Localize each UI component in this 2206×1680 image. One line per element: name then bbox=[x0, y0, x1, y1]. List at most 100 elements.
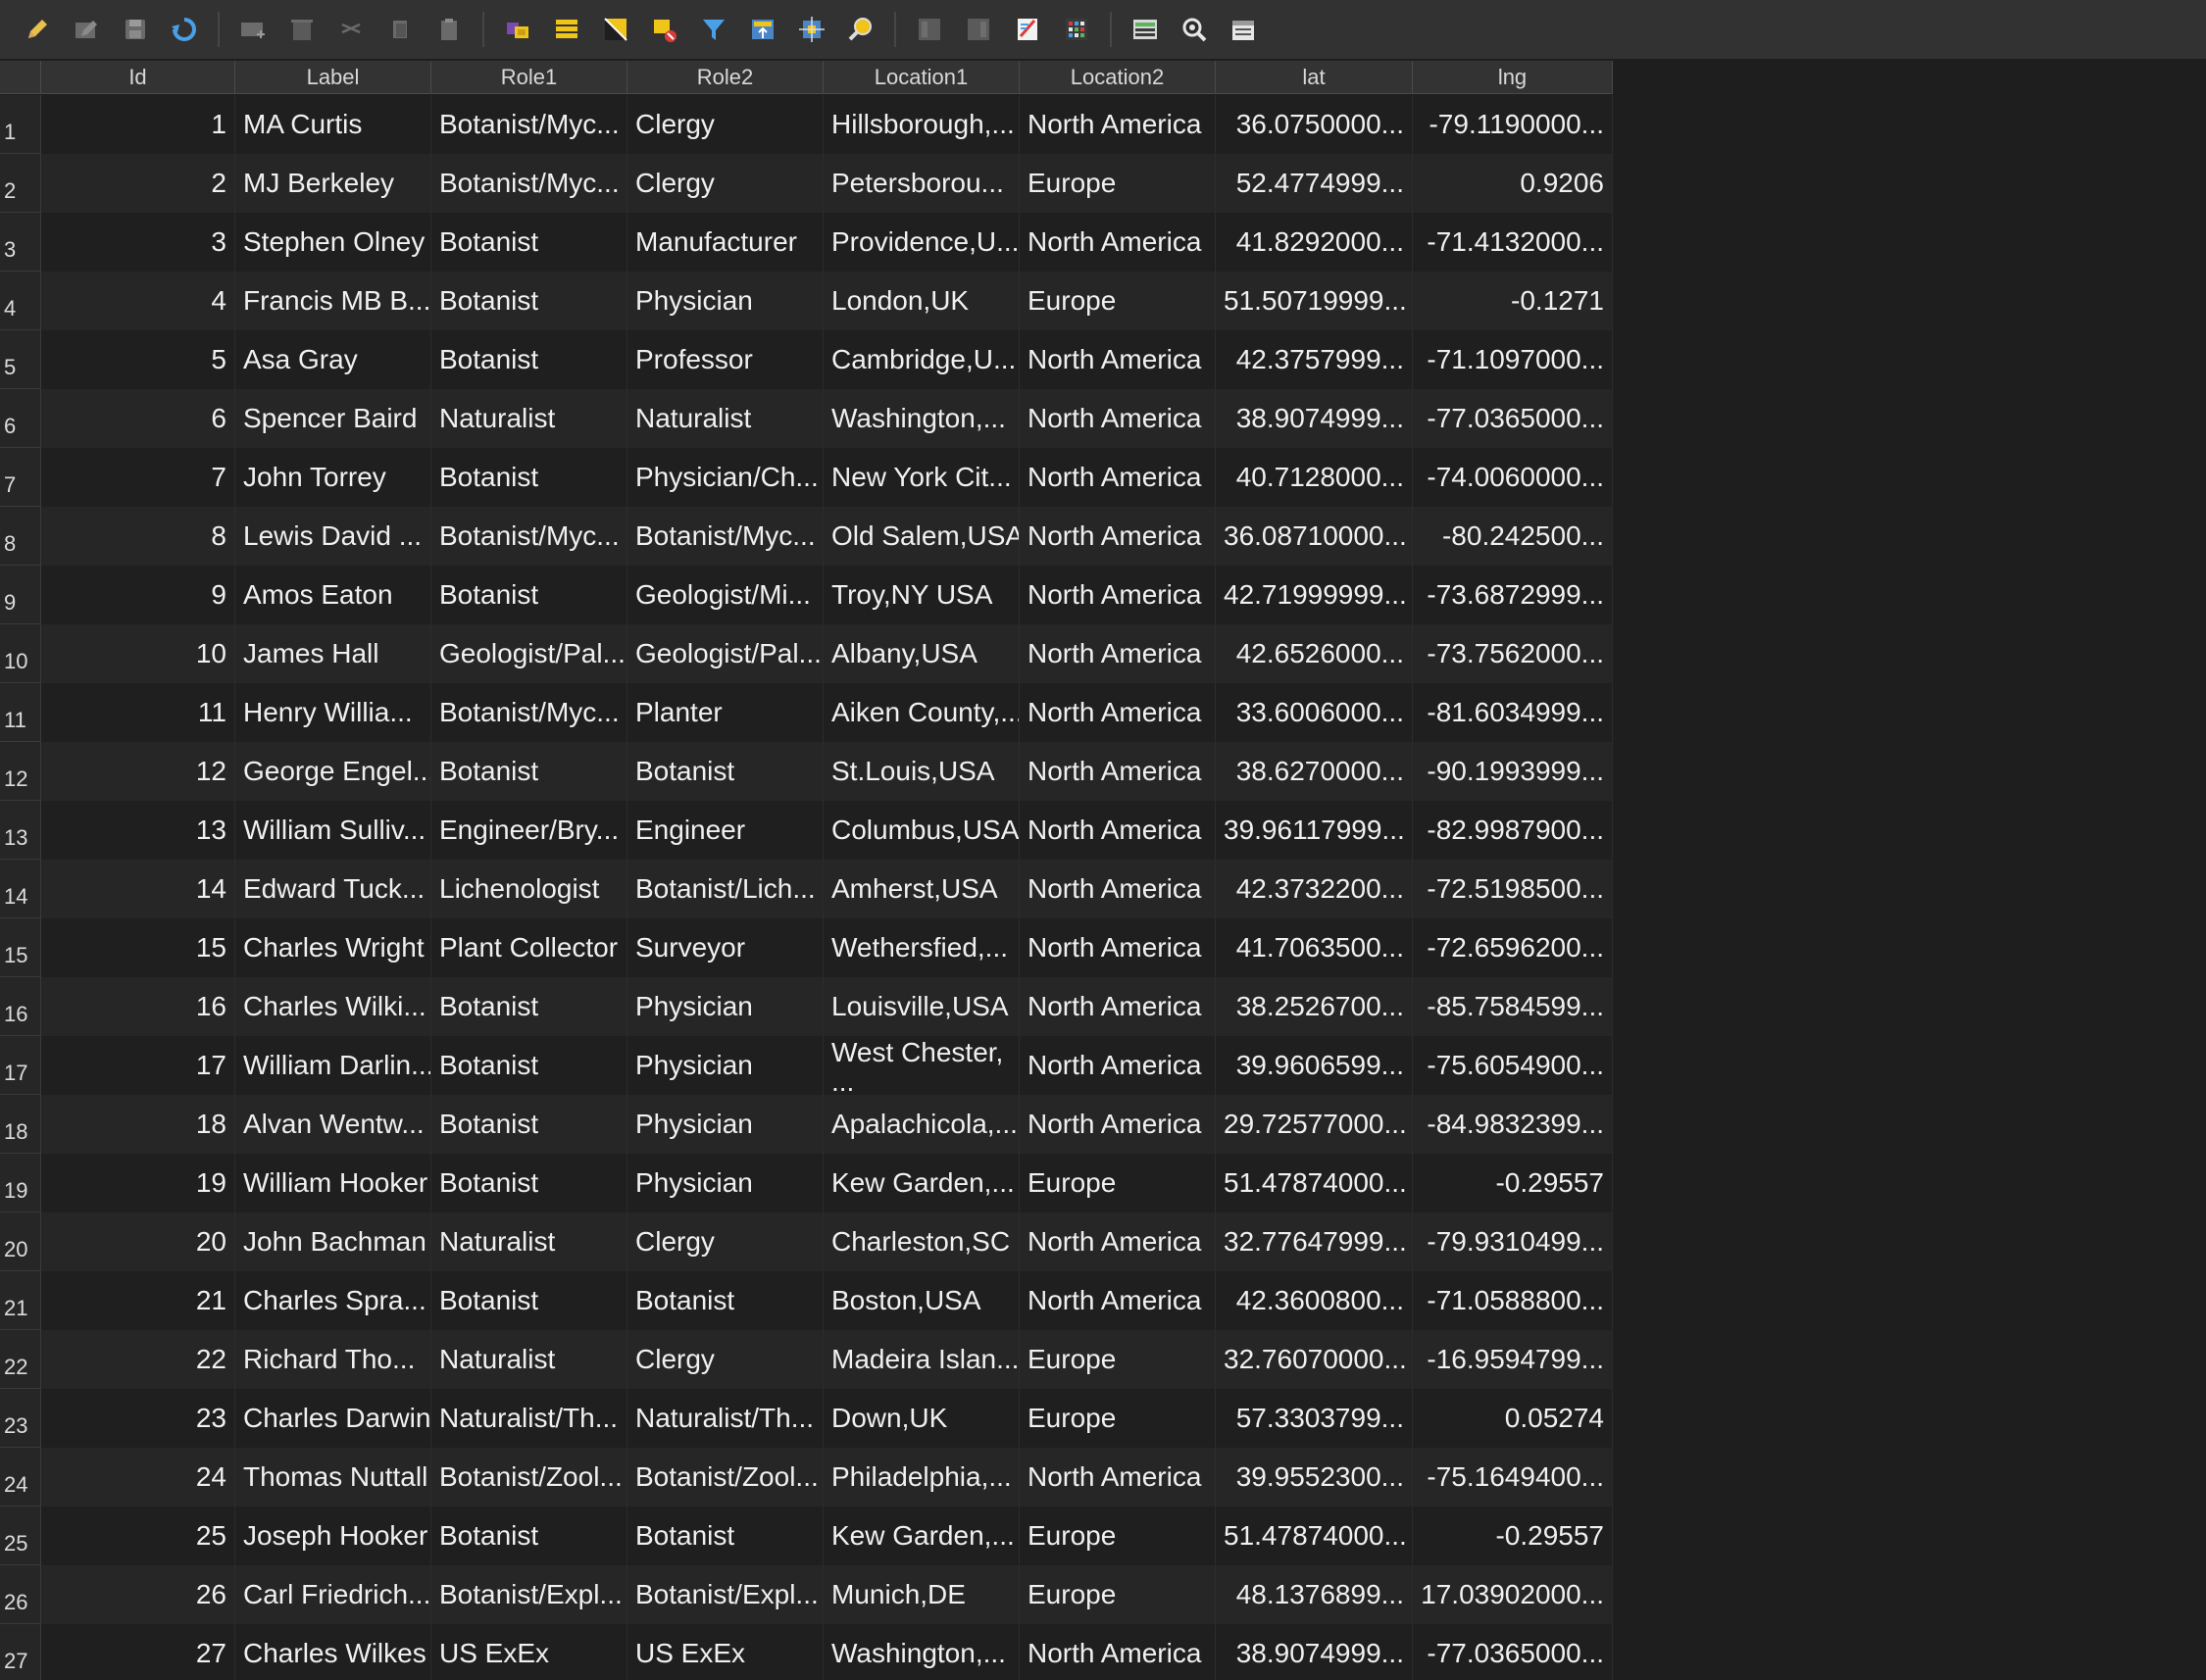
table-row[interactable]: 1 1 MA Curtis Botanist/Myc... Clergy Hillsbor… bbox=[0, 95, 1613, 154]
cell-location2[interactable]: Europe bbox=[1020, 1565, 1216, 1624]
row-number[interactable]: 14 bbox=[0, 860, 41, 918]
cell-role1[interactable]: Lichenologist bbox=[431, 860, 627, 918]
cell-lng[interactable]: -71.4132000... bbox=[1413, 213, 1613, 272]
table-row[interactable]: 27 27 Charles Wilkes US ExEx US ExEx Washingt… bbox=[0, 1624, 1613, 1680]
cell-role2[interactable]: Naturalist bbox=[627, 389, 824, 448]
cell-id[interactable]: 9 bbox=[41, 566, 235, 624]
cell-role1[interactable]: Botanist bbox=[431, 1095, 627, 1154]
cell-id[interactable]: 25 bbox=[41, 1507, 235, 1565]
cell-label[interactable]: Edward Tuck... bbox=[235, 860, 431, 918]
table-row[interactable]: 26 26 Carl Friedrich... Botanist/Expl... Bot… bbox=[0, 1565, 1613, 1624]
cell-lng[interactable]: -82.9987900... bbox=[1413, 801, 1613, 860]
table-row[interactable]: 21 21 Charles Spra... Botanist Botanist Bosto… bbox=[0, 1271, 1613, 1330]
cell-label[interactable]: Alvan Wentw... bbox=[235, 1095, 431, 1154]
cell-role2[interactable]: Clergy bbox=[627, 1330, 824, 1389]
cell-id[interactable]: 27 bbox=[41, 1624, 235, 1680]
table-row[interactable]: 2 2 MJ Berkeley Botanist/Myc... Clergy Peters… bbox=[0, 154, 1613, 213]
cell-label[interactable]: Richard Tho... bbox=[235, 1330, 431, 1389]
cell-role2[interactable]: Botanist bbox=[627, 1507, 824, 1565]
cell-role1[interactable]: Botanist bbox=[431, 448, 627, 507]
cell-label[interactable]: George Engel... bbox=[235, 742, 431, 801]
cell-lng[interactable]: -81.6034999... bbox=[1413, 683, 1613, 742]
cell-location1[interactable]: St.Louis,USA bbox=[824, 742, 1020, 801]
cell-lng[interactable]: -90.1993999... bbox=[1413, 742, 1613, 801]
cut-icon[interactable] bbox=[331, 10, 371, 49]
cell-label[interactable]: Spencer Baird bbox=[235, 389, 431, 448]
cell-location1[interactable]: Cambridge,U... bbox=[824, 330, 1020, 389]
cell-role2[interactable]: Professor bbox=[627, 330, 824, 389]
cell-location1[interactable]: Washington,... bbox=[824, 1624, 1020, 1680]
cell-role1[interactable]: Botanist/Myc... bbox=[431, 95, 627, 154]
cell-lat[interactable]: 38.9074999... bbox=[1216, 389, 1413, 448]
cell-lng[interactable]: -77.0365000... bbox=[1413, 389, 1613, 448]
cell-location1[interactable]: Kew Garden,... bbox=[824, 1154, 1020, 1212]
table-row[interactable]: 3 3 Stephen Olney Botanist Manufacturer Provi… bbox=[0, 213, 1613, 272]
filter-icon[interactable] bbox=[694, 10, 733, 49]
row-number[interactable]: 12 bbox=[0, 742, 41, 801]
cell-location1[interactable]: Albany,USA bbox=[824, 624, 1020, 683]
cell-location1[interactable]: Petersborou... bbox=[824, 154, 1020, 213]
actions-icon[interactable] bbox=[1175, 10, 1214, 49]
cell-label[interactable]: Francis MB B... bbox=[235, 272, 431, 330]
copy-icon[interactable] bbox=[380, 10, 420, 49]
cell-role1[interactable]: Botanist bbox=[431, 330, 627, 389]
cell-lng[interactable]: -71.1097000... bbox=[1413, 330, 1613, 389]
cell-label[interactable]: John Bachman bbox=[235, 1212, 431, 1271]
cell-lat[interactable]: 39.9552300... bbox=[1216, 1448, 1413, 1507]
table-row[interactable]: 6 6 Spencer Baird Naturalist Naturalist Washi… bbox=[0, 389, 1613, 448]
table-row[interactable]: 18 18 Alvan Wentw... Botanist Physician Apala… bbox=[0, 1095, 1613, 1154]
cell-id[interactable]: 2 bbox=[41, 154, 235, 213]
cell-location2[interactable]: North America bbox=[1020, 860, 1216, 918]
cell-lng[interactable]: -84.9832399... bbox=[1413, 1095, 1613, 1154]
row-number[interactable]: 22 bbox=[0, 1330, 41, 1389]
cell-role1[interactable]: US ExEx bbox=[431, 1624, 627, 1680]
cell-lng[interactable]: -79.1190000... bbox=[1413, 95, 1613, 154]
cell-location1[interactable]: Aiken County,... bbox=[824, 683, 1020, 742]
cell-id[interactable]: 8 bbox=[41, 507, 235, 566]
cell-id[interactable]: 4 bbox=[41, 272, 235, 330]
row-number[interactable]: 3 bbox=[0, 213, 41, 272]
select-expression-icon[interactable] bbox=[498, 10, 537, 49]
cell-location1[interactable]: New York Cit... bbox=[824, 448, 1020, 507]
cell-id[interactable]: 26 bbox=[41, 1565, 235, 1624]
reload-icon[interactable] bbox=[165, 10, 204, 49]
column-header-location2[interactable]: Location2 bbox=[1020, 61, 1216, 94]
cell-role1[interactable]: Botanist/Expl... bbox=[431, 1565, 627, 1624]
cell-role2[interactable]: Naturalist/Th... bbox=[627, 1389, 824, 1448]
cell-lat[interactable]: 52.4774999... bbox=[1216, 154, 1413, 213]
cell-location1[interactable]: Madeira Islan... bbox=[824, 1330, 1020, 1389]
cell-role1[interactable]: Naturalist bbox=[431, 1212, 627, 1271]
table-row[interactable]: 25 25 Joseph Hooker Botanist Botanist Kew Gar… bbox=[0, 1507, 1613, 1565]
cell-role1[interactable]: Naturalist bbox=[431, 1330, 627, 1389]
cell-role1[interactable]: Botanist bbox=[431, 566, 627, 624]
cell-id[interactable]: 15 bbox=[41, 918, 235, 977]
cell-location2[interactable]: North America bbox=[1020, 95, 1216, 154]
cell-location2[interactable]: Europe bbox=[1020, 1507, 1216, 1565]
cell-id[interactable]: 24 bbox=[41, 1448, 235, 1507]
cell-location2[interactable]: North America bbox=[1020, 448, 1216, 507]
cell-lat[interactable]: 40.7128000... bbox=[1216, 448, 1413, 507]
table-row[interactable]: 5 5 Asa Gray Botanist Professor Cambridge,U..… bbox=[0, 330, 1613, 389]
cell-location2[interactable]: North America bbox=[1020, 507, 1216, 566]
cell-lat[interactable]: 36.08710000... bbox=[1216, 507, 1413, 566]
cell-role1[interactable]: Botanist bbox=[431, 213, 627, 272]
cell-role2[interactable]: US ExEx bbox=[627, 1624, 824, 1680]
cell-role1[interactable]: Botanist bbox=[431, 1036, 627, 1095]
cell-role2[interactable]: Botanist/Expl... bbox=[627, 1565, 824, 1624]
cell-lat[interactable]: 41.8292000... bbox=[1216, 213, 1413, 272]
cell-label[interactable]: MJ Berkeley bbox=[235, 154, 431, 213]
add-feature-icon[interactable] bbox=[233, 10, 273, 49]
cell-location2[interactable]: North America bbox=[1020, 1448, 1216, 1507]
cell-lat[interactable]: 32.77647999... bbox=[1216, 1212, 1413, 1271]
cell-location2[interactable]: North America bbox=[1020, 389, 1216, 448]
cell-label[interactable]: Asa Gray bbox=[235, 330, 431, 389]
cell-location1[interactable]: Philadelphia,... bbox=[824, 1448, 1020, 1507]
cell-role1[interactable]: Botanist bbox=[431, 1271, 627, 1330]
cell-location1[interactable]: Apalachicola,... bbox=[824, 1095, 1020, 1154]
cell-role1[interactable]: Botanist bbox=[431, 1507, 627, 1565]
cell-role1[interactable]: Naturalist bbox=[431, 389, 627, 448]
delete-feature-icon[interactable] bbox=[282, 10, 322, 49]
cell-id[interactable]: 22 bbox=[41, 1330, 235, 1389]
cell-id[interactable]: 21 bbox=[41, 1271, 235, 1330]
cell-location2[interactable]: Europe bbox=[1020, 272, 1216, 330]
